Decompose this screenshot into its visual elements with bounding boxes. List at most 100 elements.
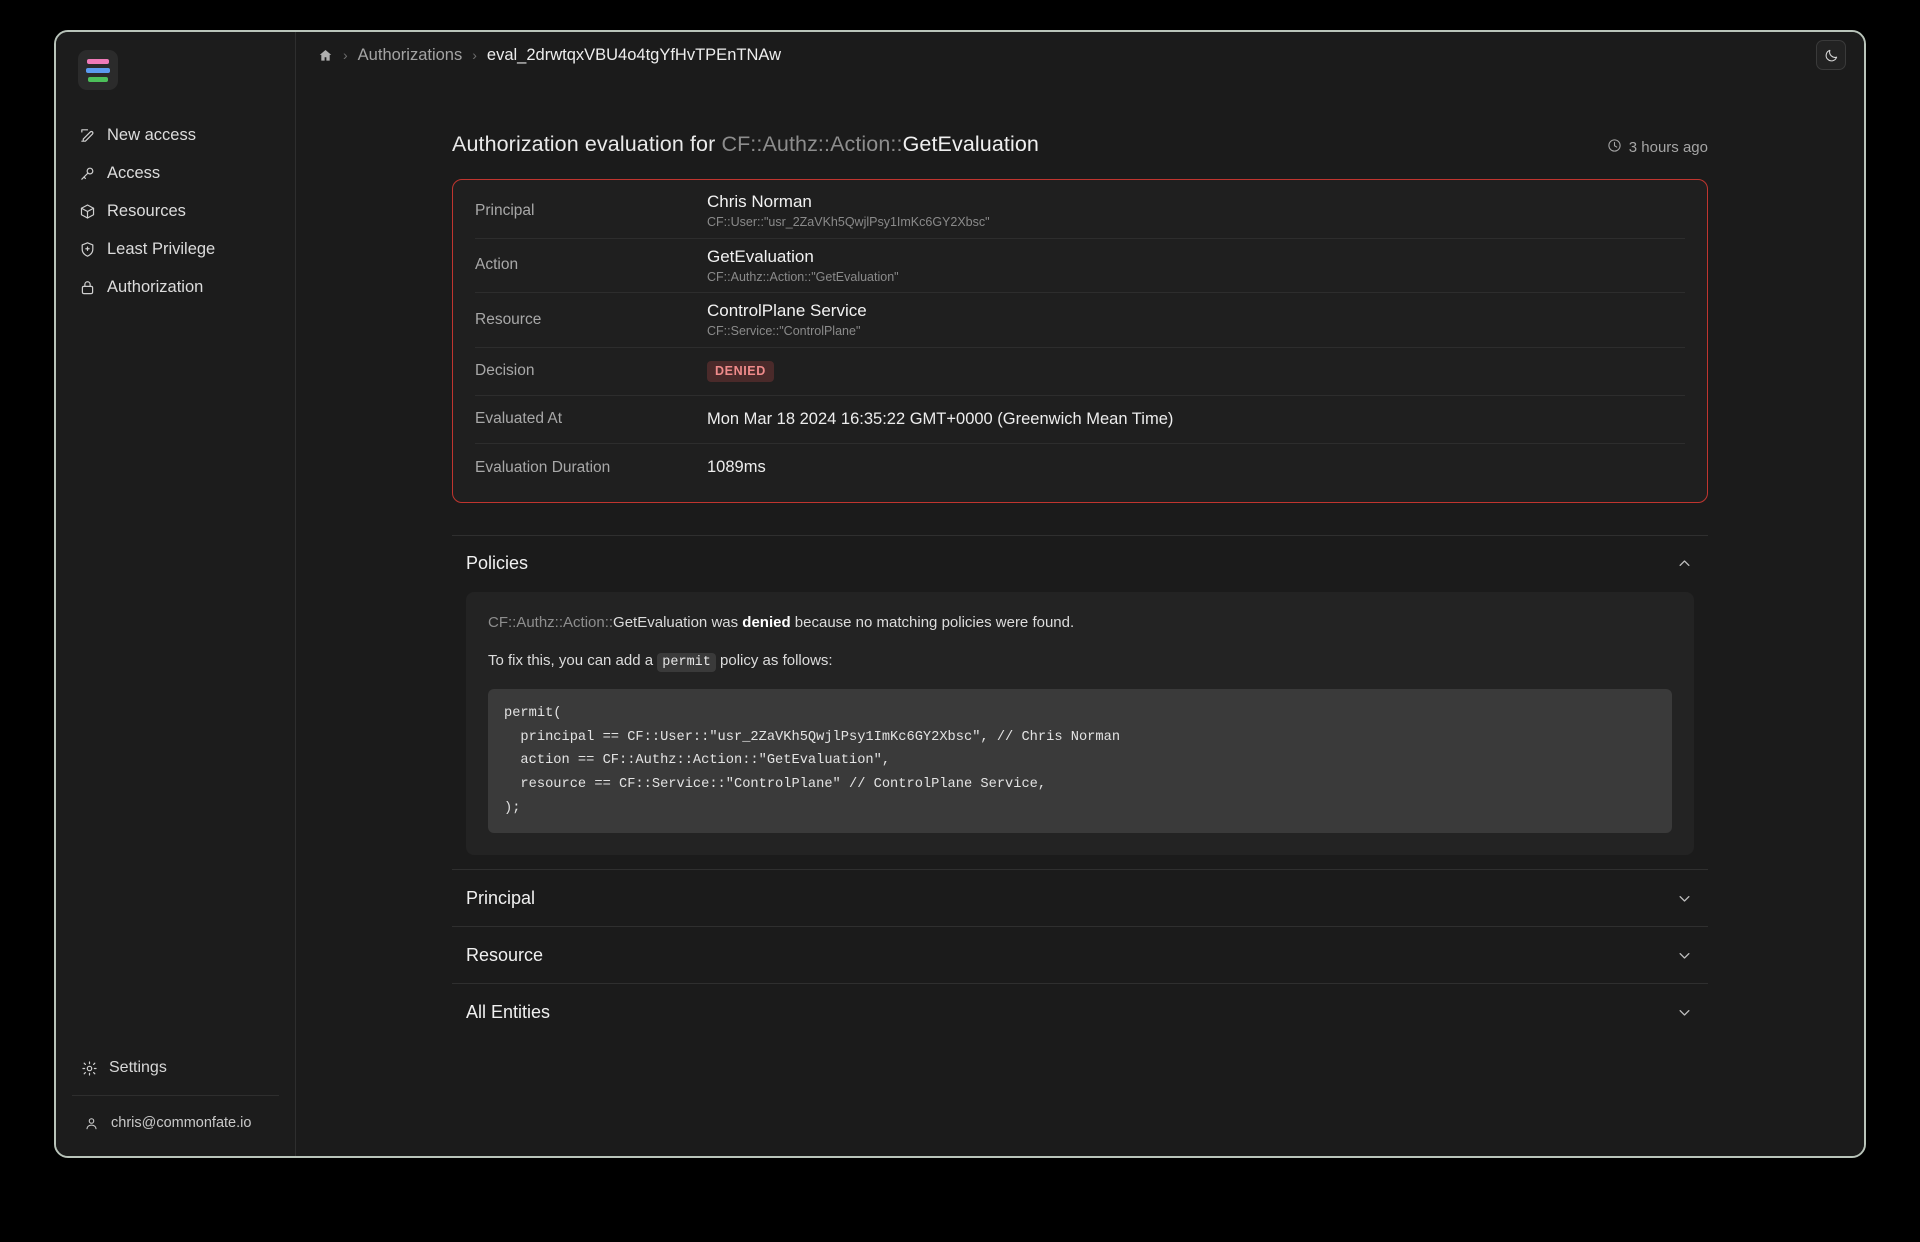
row-label: Principal xyxy=(475,202,707,220)
principal-uid: CF::User::"usr_2ZaVKh5QwjlPsy1ImKc6GY2Xb… xyxy=(707,214,1685,230)
page-header: Authorization evaluation for CF::Authz::… xyxy=(434,132,1726,157)
row-value: DENIED xyxy=(707,361,1685,382)
time-ago-label: 3 hours ago xyxy=(1629,139,1708,156)
app-window: New access Access xyxy=(54,30,1866,1158)
policy-decision-emphasis: denied xyxy=(742,614,790,631)
page-title-action: GetEvaluation xyxy=(903,132,1039,156)
sidebar-item-label: Least Privilege xyxy=(107,240,215,259)
policy-explanation-line-2: To fix this, you can add a permit policy… xyxy=(488,650,1672,673)
desktop-background: New access Access xyxy=(0,0,1920,1242)
sidebar-item-label: Access xyxy=(107,164,160,183)
action-name: GetEvaluation xyxy=(707,246,1685,267)
sidebar-divider xyxy=(72,1095,279,1096)
row-value: 1089ms xyxy=(707,458,1685,477)
section-policies: Policies CF::Authz::Action::GetEvaluatio… xyxy=(452,535,1708,870)
top-bar: › Authorizations › eval_2drwtqxVBU4o4tgY… xyxy=(296,32,1864,78)
sidebar: New access Access xyxy=(56,32,296,1156)
chevron-down-icon[interactable] xyxy=(1677,948,1692,963)
policies-panel: CF::Authz::Action::GetEvaluation was den… xyxy=(466,592,1694,856)
sidebar-item-label: Authorization xyxy=(107,278,203,297)
row-value: Mon Mar 18 2024 16:35:22 GMT+0000 (Green… xyxy=(707,410,1685,429)
sidebar-item-label: New access xyxy=(107,126,196,145)
gear-icon xyxy=(80,1059,98,1077)
section-title: Principal xyxy=(466,888,535,909)
sidebar-item-resources[interactable]: Resources xyxy=(56,192,295,230)
principal-name: Chris Norman xyxy=(707,191,1685,212)
page-title-namespace: CF::Authz::Action:: xyxy=(721,132,902,156)
breadcrumb-separator: › xyxy=(343,47,348,63)
sidebar-item-authorization[interactable]: Authorization xyxy=(56,268,295,306)
key-icon xyxy=(78,164,96,182)
table-row: Principal Chris Norman CF::User::"usr_2Z… xyxy=(475,184,1685,239)
row-label: Evaluated At xyxy=(475,410,707,428)
detail-accordion: Policies CF::Authz::Action::GetEvaluatio… xyxy=(452,535,1708,1041)
evaluation-time-ago: 3 hours ago xyxy=(1607,138,1708,157)
user-icon xyxy=(82,1114,100,1132)
row-value: Chris Norman CF::User::"usr_2ZaVKh5QwjlP… xyxy=(707,191,1685,231)
evaluation-duration-value: 1089ms xyxy=(707,458,1685,477)
policy-namespace: CF::Authz::Action:: xyxy=(488,614,613,631)
breadcrumb-item-authorizations[interactable]: Authorizations xyxy=(358,46,463,65)
sidebar-user-account[interactable]: chris@commonfate.io xyxy=(56,1104,295,1142)
evaluated-at-value: Mon Mar 18 2024 16:35:22 GMT+0000 (Green… xyxy=(707,410,1685,429)
table-row: Resource ControlPlane Service CF::Servic… xyxy=(475,293,1685,348)
chevron-down-icon[interactable] xyxy=(1677,1005,1692,1020)
lock-icon xyxy=(78,278,96,296)
policy-mid: was xyxy=(707,614,742,631)
row-value: GetEvaluation CF::Authz::Action::"GetEva… xyxy=(707,246,1685,286)
policy-explanation-line-1: CF::Authz::Action::GetEvaluation was den… xyxy=(488,612,1672,635)
policy-code-block[interactable]: permit( principal == CF::User::"usr_2ZaV… xyxy=(488,689,1672,833)
sidebar-item-settings[interactable]: Settings xyxy=(56,1049,295,1087)
section-title: Resource xyxy=(466,945,543,966)
policy-tail: because no matching policies were found. xyxy=(791,614,1075,631)
section-resource: Resource xyxy=(452,926,1708,983)
cube-icon xyxy=(78,202,96,220)
breadcrumb-separator: › xyxy=(472,47,477,63)
policy-action: GetEvaluation xyxy=(613,614,707,631)
row-label: Resource xyxy=(475,311,707,329)
sidebar-item-label: Resources xyxy=(107,202,186,221)
resource-name: ControlPlane Service xyxy=(707,300,1685,321)
table-row: Action GetEvaluation CF::Authz::Action::… xyxy=(475,239,1685,294)
section-principal-header[interactable]: Principal xyxy=(452,870,1708,926)
permit-keyword-code: permit xyxy=(657,653,716,672)
chevron-down-icon[interactable] xyxy=(1677,891,1692,906)
sidebar-item-access[interactable]: Access xyxy=(56,154,295,192)
row-value: ControlPlane Service CF::Service::"Contr… xyxy=(707,300,1685,340)
home-icon[interactable] xyxy=(318,48,333,63)
sidebar-user-email: chris@commonfate.io xyxy=(111,1115,251,1131)
page-title-prefix: Authorization evaluation for xyxy=(452,132,721,156)
logo-container xyxy=(56,32,295,90)
section-title: All Entities xyxy=(466,1002,550,1023)
section-policies-body: CF::Authz::Action::GetEvaluation was den… xyxy=(452,592,1708,870)
common-fate-logo-icon[interactable] xyxy=(78,50,118,90)
table-row: Decision DENIED xyxy=(475,348,1685,396)
main-area: › Authorizations › eval_2drwtqxVBU4o4tgY… xyxy=(296,32,1864,1156)
fix-hint-pre: To fix this, you can add a xyxy=(488,652,657,669)
page-title: Authorization evaluation for CF::Authz::… xyxy=(452,132,1039,157)
fix-hint-post: policy as follows: xyxy=(716,652,833,669)
action-uid: CF::Authz::Action::"GetEvaluation" xyxy=(707,269,1685,285)
section-all-entities-header[interactable]: All Entities xyxy=(452,984,1708,1040)
sidebar-item-new-access[interactable]: New access xyxy=(56,116,295,154)
status-badge: DENIED xyxy=(707,361,774,382)
resource-uid: CF::Service::"ControlPlane" xyxy=(707,323,1685,339)
sidebar-settings-label: Settings xyxy=(109,1059,167,1077)
breadcrumb-item-current: eval_2drwtqxVBU4o4tgYfHvTPEnTNAw xyxy=(487,46,781,65)
chevron-up-icon[interactable] xyxy=(1677,556,1692,571)
sidebar-footer: Settings chris@commonfate.io xyxy=(56,1049,295,1156)
sidebar-spacer xyxy=(56,306,295,1049)
sidebar-nav: New access Access xyxy=(56,116,295,306)
row-label: Evaluation Duration xyxy=(475,459,707,477)
content-column: Authorization evaluation for CF::Authz::… xyxy=(434,78,1726,1040)
section-all-entities: All Entities xyxy=(452,983,1708,1040)
moon-icon[interactable] xyxy=(1816,40,1846,70)
evaluation-summary-card: Principal Chris Norman CF::User::"usr_2Z… xyxy=(452,179,1708,503)
shield-sparkle-icon xyxy=(78,240,96,258)
row-label: Decision xyxy=(475,362,707,380)
section-resource-header[interactable]: Resource xyxy=(452,927,1708,983)
section-principal: Principal xyxy=(452,869,1708,926)
section-policies-header[interactable]: Policies xyxy=(452,536,1708,592)
sidebar-item-least-privilege[interactable]: Least Privilege xyxy=(56,230,295,268)
section-title: Policies xyxy=(466,553,528,574)
